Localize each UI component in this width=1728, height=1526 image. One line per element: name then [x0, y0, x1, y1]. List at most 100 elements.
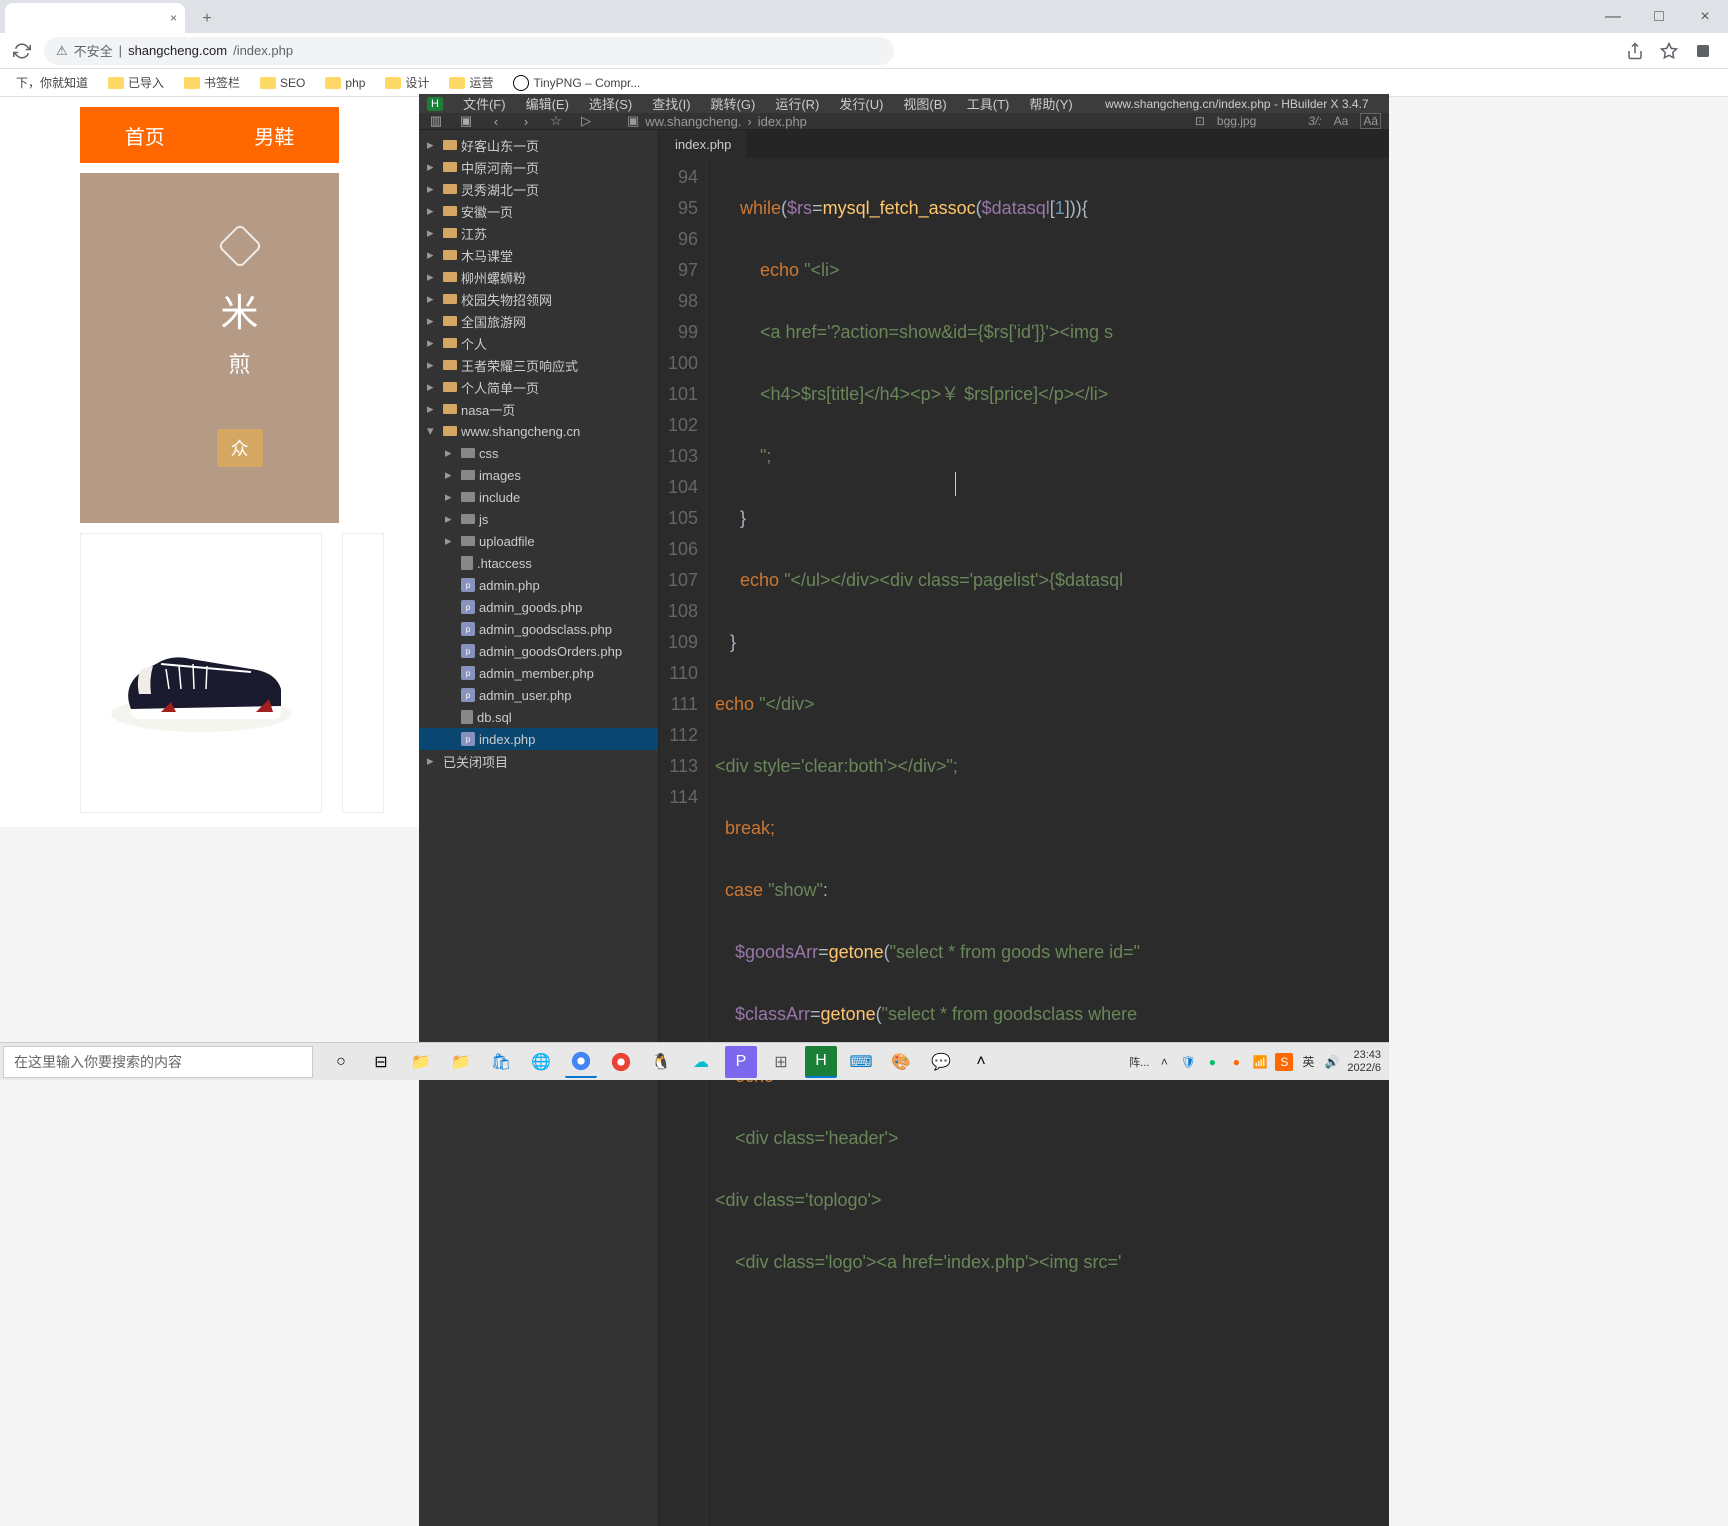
taskview-icon[interactable]: ⊟	[365, 1046, 397, 1078]
bookmark-item[interactable]: TinyPNG – Compr...	[505, 73, 648, 93]
nav-home[interactable]: 首页	[125, 121, 165, 150]
menu-help[interactable]: 帮助(Y)	[1029, 94, 1072, 113]
tree-file[interactable]: padmin_goodsclass.php	[419, 618, 658, 640]
nav-forward-icon[interactable]: ›	[517, 114, 535, 129]
product-card[interactable]	[342, 533, 384, 813]
hbuilder-icon[interactable]: H	[805, 1046, 837, 1078]
tree-file[interactable]: db.sql	[419, 706, 658, 728]
code-text[interactable]: while($rs=mysql_fetch_assoc($datasql[1])…	[707, 158, 1389, 1526]
tree-folder[interactable]: ▸木马课堂	[419, 244, 658, 266]
menu-run[interactable]: 运行(R)	[775, 94, 819, 113]
new-tab-button[interactable]: +	[193, 5, 221, 33]
tree-folder[interactable]: ▸js	[419, 508, 658, 530]
file-explorer[interactable]: ▸好客山东一页 ▸中原河南一页 ▸灵秀湖北一页 ▸安徽一页 ▸江苏 ▸木马课堂 …	[419, 130, 659, 1526]
code-area[interactable]: 94 95 96 97 98 99 100 101 102 103 104 10…	[659, 158, 1389, 1526]
chrome2-icon[interactable]	[605, 1046, 637, 1078]
tree-folder[interactable]: ▸uploadfile	[419, 530, 658, 552]
menu-edit[interactable]: 编辑(E)	[526, 94, 569, 113]
bookmark-folder[interactable]: 运营	[441, 72, 501, 93]
qq-icon[interactable]: 🐧	[645, 1046, 677, 1078]
tree-folder[interactable]: ▸include	[419, 486, 658, 508]
explorer-icon[interactable]: 📁	[405, 1046, 437, 1078]
menu-publish[interactable]: 发行(U)	[839, 94, 883, 113]
calc-icon[interactable]: ⊞	[765, 1046, 797, 1078]
sidebar-toggle-icon[interactable]: ▥	[427, 113, 445, 129]
explorer2-icon[interactable]: 📁	[445, 1046, 477, 1078]
bc-file[interactable]: idex.php	[758, 114, 807, 129]
bookmark-folder[interactable]: 书签栏	[176, 72, 248, 93]
tree-folder[interactable]: ▸个人	[419, 332, 658, 354]
close-button[interactable]: ×	[1682, 0, 1728, 33]
address-bar[interactable]: ⚠ 不安全 | shangcheng.com/index.php	[44, 37, 894, 65]
bookmark-item[interactable]: 下，你就知道	[8, 72, 96, 93]
tray-app1[interactable]: ●	[1203, 1053, 1221, 1071]
tree-folder[interactable]: ▸个人简单一页	[419, 376, 658, 398]
menu-tool[interactable]: 工具(T)	[967, 94, 1010, 113]
up-icon[interactable]: ˄	[965, 1046, 997, 1078]
tree-folder[interactable]: ▾www.shangcheng.cn	[419, 420, 658, 442]
tree-folder[interactable]: ▸中原河南一页	[419, 156, 658, 178]
tree-folder[interactable]: ▸images	[419, 464, 658, 486]
tree-folder[interactable]: ▸王者荣耀三页响应式	[419, 354, 658, 376]
menu-file[interactable]: 文件(F)	[463, 94, 506, 113]
bookmark-folder[interactable]: 设计	[377, 72, 437, 93]
edge-icon[interactable]: 🌐	[525, 1046, 557, 1078]
hero-cta-button[interactable]: 众	[217, 429, 263, 467]
menu-find[interactable]: 查找(I)	[652, 94, 690, 113]
tree-file[interactable]: padmin_goodsOrders.php	[419, 640, 658, 662]
vscode-icon[interactable]: ⌨	[845, 1046, 877, 1078]
font-smaller-icon[interactable]: Aa	[1334, 114, 1349, 128]
tree-closed-projects[interactable]: ▸已关闭项目	[419, 750, 658, 772]
maximize-button[interactable]: □	[1636, 0, 1682, 33]
tree-folder[interactable]: ▸柳州螺蛳粉	[419, 266, 658, 288]
cloud-icon[interactable]: ☁	[685, 1046, 717, 1078]
menu-select[interactable]: 选择(S)	[589, 94, 632, 113]
font-larger-icon[interactable]: Aā	[1360, 113, 1381, 129]
browser-tab[interactable]: ×	[5, 3, 185, 33]
tree-folder[interactable]: ▸nasa一页	[419, 398, 658, 420]
menu-view[interactable]: 视图(B)	[903, 94, 946, 113]
tray-chevron[interactable]: ˄	[1155, 1053, 1173, 1071]
tree-folder[interactable]: ▸全国旅游网	[419, 310, 658, 332]
terminal-icon[interactable]: ▣	[457, 113, 475, 129]
star-icon[interactable]	[1660, 42, 1678, 60]
bookmark-folder[interactable]: php	[317, 74, 373, 92]
extension-icon[interactable]	[1694, 42, 1712, 60]
tray-app2[interactable]: ●	[1227, 1053, 1245, 1071]
tree-file[interactable]: .htaccess	[419, 552, 658, 574]
tree-folder[interactable]: ▸江苏	[419, 222, 658, 244]
nav-back-icon[interactable]: ‹	[487, 114, 505, 129]
ime-icon[interactable]: 英	[1299, 1053, 1317, 1071]
tree-folder[interactable]: ▸灵秀湖北一页	[419, 178, 658, 200]
tree-file[interactable]: padmin_user.php	[419, 684, 658, 706]
volume-icon[interactable]: 🔊	[1323, 1053, 1341, 1071]
tree-folder[interactable]: ▸好客山东一页	[419, 134, 658, 156]
close-icon[interactable]: ×	[170, 11, 177, 25]
taskbar-search[interactable]: 在这里输入你要搜索的内容	[3, 1046, 313, 1078]
p-icon[interactable]: P	[725, 1046, 757, 1078]
menu-goto[interactable]: 跳转(G)	[711, 94, 756, 113]
bc-domain[interactable]: ww.shangcheng.	[645, 114, 741, 129]
tree-folder[interactable]: ▸安徽一页	[419, 200, 658, 222]
share-icon[interactable]	[1626, 42, 1644, 60]
cortana-icon[interactable]: ○	[325, 1046, 357, 1078]
sogou-icon[interactable]: S	[1275, 1053, 1293, 1071]
minimize-button[interactable]: —	[1590, 0, 1636, 33]
tree-file[interactable]: padmin.php	[419, 574, 658, 596]
taskbar-clock[interactable]: 23:43 2022/6	[1347, 1049, 1381, 1075]
wifi-icon[interactable]: 📶	[1251, 1053, 1269, 1071]
chrome-icon[interactable]	[565, 1046, 597, 1078]
star-icon[interactable]: ☆	[547, 113, 565, 129]
preview-icon[interactable]: ⊡	[1195, 114, 1205, 128]
bookmark-folder[interactable]: SEO	[252, 74, 313, 92]
tree-file[interactable]: padmin_goods.php	[419, 596, 658, 618]
bookmark-folder[interactable]: 已导入	[100, 72, 172, 93]
shield-icon[interactable]: 🛡	[1179, 1053, 1197, 1071]
apps-icon[interactable]: 🎨	[885, 1046, 917, 1078]
reload-button[interactable]	[8, 37, 36, 65]
tree-file-active[interactable]: pindex.php	[419, 728, 658, 750]
editor-tab-active[interactable]: index.php	[659, 130, 748, 158]
store-icon[interactable]: 🛍	[485, 1046, 517, 1078]
tree-folder[interactable]: ▸校园失物招领网	[419, 288, 658, 310]
run-icon[interactable]: ▷	[577, 113, 595, 129]
